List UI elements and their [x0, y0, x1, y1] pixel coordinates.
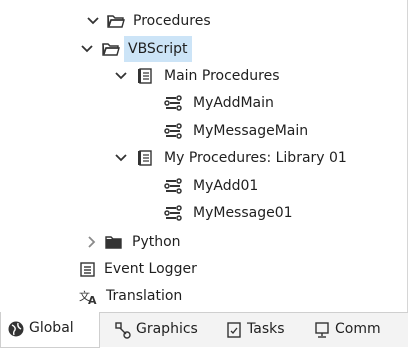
project-tree: Procedures VBScript Main Procedures MyAd…	[0, 0, 408, 312]
chevron-down-icon[interactable]	[80, 36, 94, 62]
tree-item-label: Main Procedures	[164, 68, 280, 84]
tab-tasks[interactable]: Tasks	[219, 313, 307, 347]
graphics-icon	[114, 321, 132, 339]
procedure-icon	[164, 90, 184, 116]
tasks-icon	[225, 321, 243, 339]
svg-text:A: A	[88, 294, 97, 307]
folder-open-icon	[101, 36, 121, 62]
tree-item-label: Event Logger	[104, 261, 197, 277]
translate-icon: 文A	[78, 283, 98, 309]
globe-icon	[7, 320, 25, 338]
tree-item-label: Translation	[106, 288, 183, 304]
tree-item-label: MyAddMain	[193, 95, 274, 111]
tab-graphics[interactable]: Graphics	[108, 313, 216, 347]
tree-item-label: MyAdd01	[193, 178, 259, 194]
tree-item-label: MyMessage01	[193, 205, 293, 221]
event-log-icon	[78, 256, 98, 282]
chevron-down-icon[interactable]	[86, 8, 100, 34]
tree-item-label: My Procedures: Library 01	[164, 150, 347, 166]
procedure-icon	[164, 118, 184, 144]
tree-item-label: Python	[132, 234, 181, 250]
script-document-icon	[136, 63, 156, 89]
tree-item-label: VBScript	[124, 36, 192, 62]
procedure-icon	[164, 200, 184, 226]
tab-label: Graphics	[136, 321, 198, 337]
panel-tab-bar: Global Graphics Tasks Comm	[0, 312, 408, 348]
folder-open-icon	[106, 8, 126, 34]
tab-comm[interactable]: Comm	[307, 313, 407, 347]
tab-label: Comm	[335, 321, 381, 337]
tab-global[interactable]: Global	[0, 312, 100, 348]
tab-label: Tasks	[247, 321, 285, 337]
procedure-icon	[164, 173, 184, 199]
chevron-down-icon[interactable]	[114, 63, 128, 89]
tree-item-label: MyMessageMain	[193, 123, 309, 139]
chevron-down-icon[interactable]	[114, 145, 128, 171]
folder-icon	[104, 229, 124, 255]
tab-label: Global	[29, 320, 74, 336]
chevron-right-icon[interactable]	[84, 229, 98, 255]
script-document-icon	[136, 145, 156, 171]
monitor-icon	[313, 321, 331, 339]
tree-item-label: Procedures	[133, 13, 211, 29]
